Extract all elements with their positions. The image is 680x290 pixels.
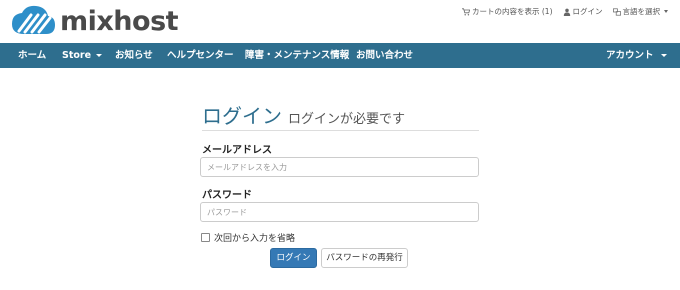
login-heading: ログイン ログインが必要です — [202, 100, 479, 129]
reset-password-button[interactable]: パスワードの再発行 — [321, 248, 408, 268]
remember-me[interactable]: 次回から入力を省略 — [201, 231, 295, 244]
main-navbar: ホーム Store お知らせ ヘルプセンター 障害・メンテナンス情報 お問い合わ… — [0, 43, 680, 68]
logo[interactable]: mixhost — [10, 4, 179, 38]
heading-divider — [202, 130, 479, 131]
nav-store[interactable]: Store — [62, 43, 103, 68]
language-icon — [612, 7, 621, 16]
nav-help-center[interactable]: ヘルプセンター — [167, 43, 234, 68]
nav-account[interactable]: アカウント — [606, 43, 667, 68]
email-label: メールアドレス — [202, 145, 272, 156]
password-label: パスワード — [202, 190, 252, 201]
brand-name: mixhost — [60, 5, 179, 37]
mixhost-logo-icon — [12, 5, 55, 34]
page-title: ログイン — [202, 104, 282, 128]
remember-label: 次回から入力を省略 — [214, 234, 296, 244]
top-login-label: ログイン — [572, 7, 603, 16]
header: mixhost カートの内容を表示 (1) ログイン 言語を選択 — [0, 0, 680, 42]
view-cart-link[interactable]: カートの内容を表示 (1) — [461, 6, 553, 17]
nav-home[interactable]: ホーム — [18, 43, 46, 68]
language-label: 言語を選択 — [622, 7, 661, 16]
user-icon — [563, 8, 570, 16]
top-login-link[interactable]: ログイン — [563, 6, 603, 17]
page-subtitle: ログインが必要です — [288, 112, 406, 127]
language-selector[interactable]: 言語を選択 — [612, 6, 668, 17]
remember-checkbox[interactable] — [201, 233, 210, 242]
email-field[interactable] — [200, 157, 479, 177]
chevron-down-icon — [96, 54, 103, 57]
nav-contact[interactable]: お問い合わせ — [356, 43, 413, 68]
top-links: カートの内容を表示 (1) ログイン 言語を選択 — [461, 6, 668, 17]
view-cart-label: カートの内容を表示 (1) — [471, 7, 553, 16]
cart-icon — [461, 7, 470, 16]
nav-maintenance[interactable]: 障害・メンテナンス情報 — [245, 43, 349, 68]
login-button[interactable]: ログイン — [270, 248, 317, 268]
chevron-down-icon — [660, 54, 667, 57]
nav-store-label: Store — [62, 50, 92, 61]
password-field[interactable] — [200, 202, 479, 222]
nav-account-label: アカウント — [606, 50, 654, 61]
nav-news[interactable]: お知らせ — [115, 43, 153, 68]
chevron-down-icon — [664, 10, 668, 13]
